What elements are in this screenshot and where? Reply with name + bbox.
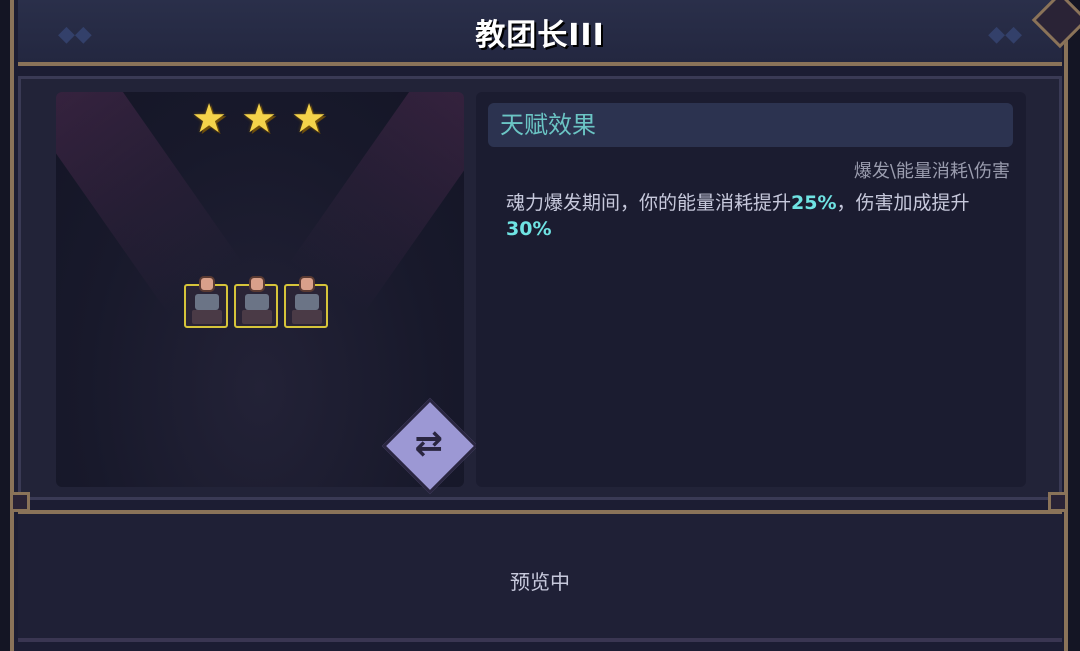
unit-head bbox=[299, 276, 315, 292]
unit-slot[interactable] bbox=[234, 276, 278, 328]
ornament-icon: ◆◆ bbox=[988, 22, 1022, 47]
pedestal bbox=[242, 310, 272, 324]
talent-title: 天赋效果 bbox=[500, 111, 596, 139]
status-text: 预览中 bbox=[510, 570, 570, 594]
desc-text: 魂力爆发期间，你的能量消耗提升 bbox=[506, 192, 792, 214]
corner-ornament bbox=[10, 492, 30, 512]
unit-body bbox=[245, 294, 269, 310]
unit-head bbox=[249, 276, 265, 292]
pedestal bbox=[292, 310, 322, 324]
unit-slot[interactable] bbox=[184, 276, 228, 328]
talent-panel bbox=[476, 92, 1026, 487]
corner-ornament bbox=[1048, 492, 1068, 512]
title-bar: ◆◆ 教团长III ◆◆ bbox=[18, 0, 1062, 66]
unit-body bbox=[195, 294, 219, 310]
unit-body bbox=[295, 294, 319, 310]
star-icon: ★ bbox=[241, 96, 277, 142]
star-rating: ★ ★ ★ bbox=[188, 98, 330, 140]
damage-value: 30% bbox=[506, 218, 552, 240]
unit-slot[interactable] bbox=[284, 276, 328, 328]
energy-value: 25% bbox=[791, 192, 837, 214]
unit-head bbox=[199, 276, 215, 292]
unit-group bbox=[184, 276, 328, 328]
pedestal bbox=[192, 310, 222, 324]
star-icon: ★ bbox=[291, 96, 327, 142]
talent-tags: 爆发\能量消耗\伤害 bbox=[853, 161, 1010, 182]
page-title: 教团长III bbox=[475, 18, 605, 53]
talent-description: 魂力爆发期间，你的能量消耗提升25%，伤害加成提升 30% bbox=[506, 190, 1006, 242]
desc-text: ，伤害加成提升 bbox=[836, 192, 970, 214]
star-icon: ★ bbox=[191, 96, 227, 142]
